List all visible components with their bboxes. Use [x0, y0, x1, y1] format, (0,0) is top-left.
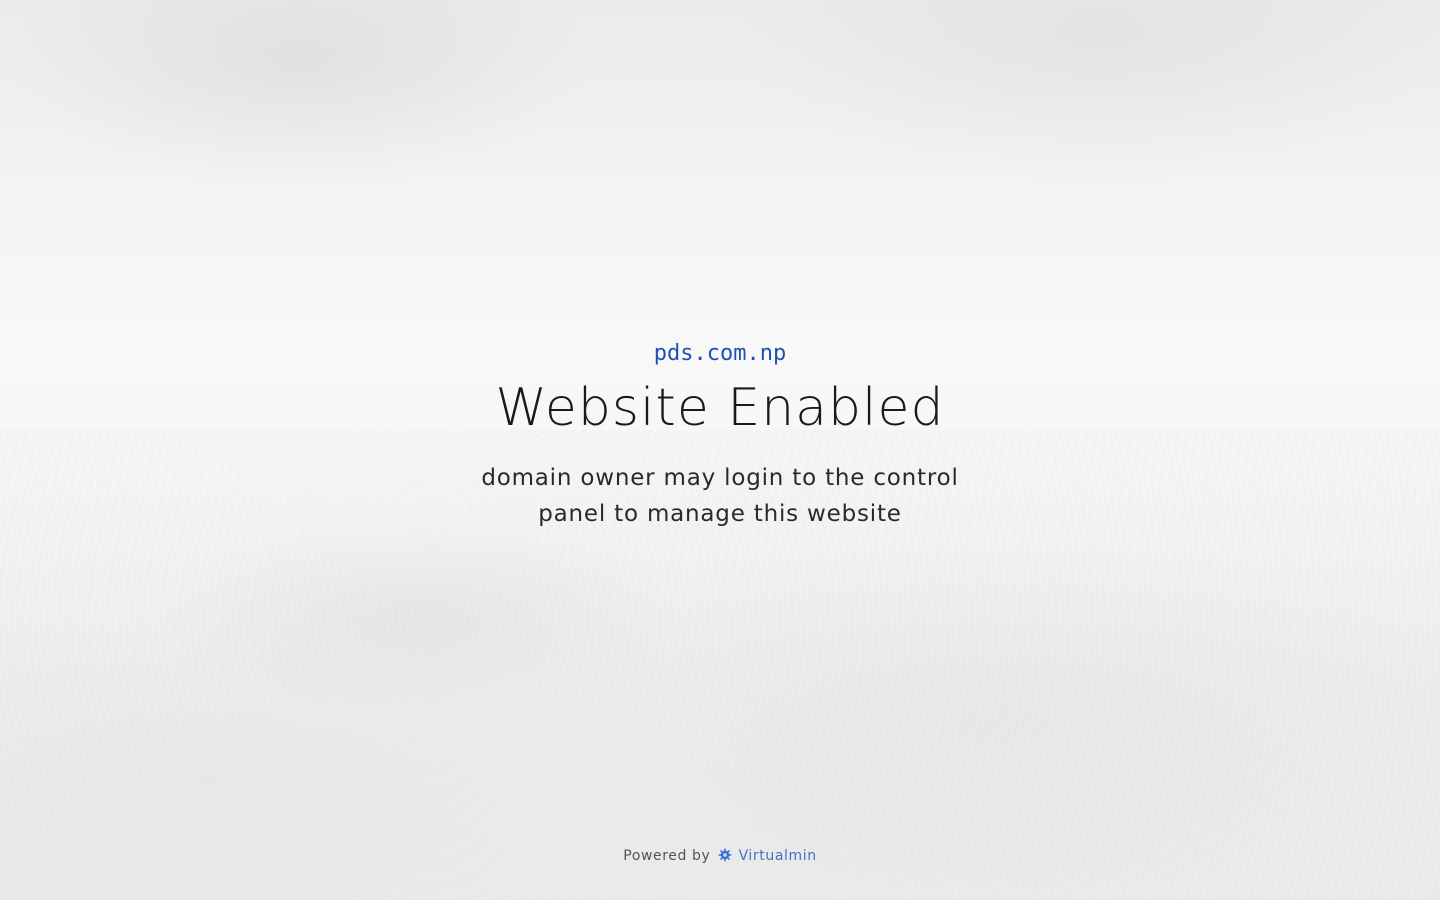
- virtualmin-gear-icon: [718, 848, 732, 862]
- footer: Powered by Virtualmin: [0, 846, 1440, 866]
- domain-name: pds.com.np: [653, 341, 787, 366]
- page-title: Website Enabled: [495, 378, 945, 438]
- main-message: pds.com.np Website Enabled domain owner …: [0, 338, 1440, 532]
- page-subtitle: domain owner may login to the control pa…: [481, 465, 959, 527]
- powered-by-text: Powered by: [623, 848, 711, 864]
- virtualmin-link[interactable]: Virtualmin: [739, 848, 817, 864]
